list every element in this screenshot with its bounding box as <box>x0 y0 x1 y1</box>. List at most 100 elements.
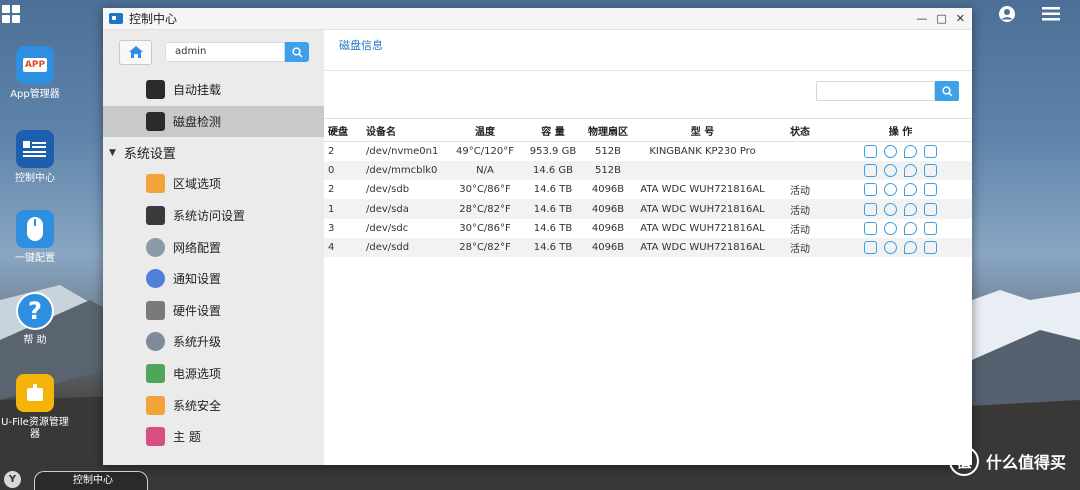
help-icon: ? <box>16 292 54 330</box>
cell-disk-no: 2 <box>328 184 335 196</box>
test-icon[interactable] <box>884 144 897 158</box>
table-row[interactable]: 1/dev/sda 28°C/82°F 14.6 TB 4096B ATA WDC WU… <box>324 199 972 219</box>
sidebar-item-label: 区域选项 <box>173 177 222 192</box>
table-search-button[interactable] <box>935 81 959 101</box>
col-header[interactable]: 设备名 <box>362 118 446 142</box>
cell-actions <box>829 219 972 238</box>
cell-status <box>771 142 829 161</box>
sidebar: admin 自动挂载 磁盘检测 ▼ 系统设置 区域选项 系统访问设置 网络配置 … <box>103 30 324 465</box>
menu-icon[interactable] <box>1042 5 1060 23</box>
report-icon[interactable] <box>924 202 937 216</box>
test-icon[interactable] <box>884 241 897 255</box>
sidebar-item-disk-check[interactable]: 磁盘检测 <box>103 105 324 138</box>
test-icon[interactable] <box>884 202 897 216</box>
info-icon[interactable] <box>864 163 877 177</box>
desktop-icon-quick-setup[interactable]: 一键配置 <box>0 210 70 265</box>
refresh-icon[interactable] <box>904 183 917 197</box>
refresh-icon[interactable] <box>904 163 917 177</box>
user-avatar-icon[interactable] <box>998 5 1016 23</box>
cell-sector: 4096B <box>591 184 625 196</box>
info-icon[interactable] <box>864 241 877 255</box>
refresh-icon[interactable] <box>904 144 917 158</box>
sidebar-item-security[interactable]: 系统安全 <box>103 389 324 421</box>
col-header[interactable]: 容 量 <box>524 118 582 142</box>
col-header[interactable]: 型 号 <box>634 118 771 142</box>
refresh-icon[interactable] <box>904 202 917 216</box>
info-icon[interactable] <box>864 202 877 216</box>
report-icon[interactable] <box>924 144 937 158</box>
cell-sector: 4096B <box>591 222 625 234</box>
app-launcher-icon[interactable] <box>2 5 20 23</box>
desktop-icon-label: 控制中心 <box>15 173 55 184</box>
disk-check-icon <box>146 111 165 131</box>
taskbar-item-control-center[interactable]: 控制中心 <box>34 471 148 490</box>
table-row[interactable]: 0/dev/mmcblk0 N/A 14.6 GB 512B <box>324 160 972 181</box>
cell-actions <box>829 180 972 199</box>
control-center-small-icon <box>109 13 123 24</box>
taskbar: Y 控制中心 <box>0 469 1080 490</box>
notification-icon <box>146 269 165 289</box>
col-header[interactable]: 硬盘 <box>324 118 362 142</box>
table-search-input[interactable] <box>816 81 935 101</box>
theme-icon <box>146 427 165 447</box>
refresh-icon[interactable] <box>904 241 917 255</box>
cell-actions <box>829 161 972 180</box>
desktop-icon-control-center[interactable]: 控制中心 <box>0 130 70 185</box>
col-header[interactable]: 温度 <box>446 118 524 142</box>
sidebar-item-power[interactable]: 电源选项 <box>103 358 324 390</box>
sidebar-item-upgrade[interactable]: 系统升级 <box>103 326 324 358</box>
test-icon[interactable] <box>884 163 897 177</box>
cell-status: 活动 <box>790 224 810 236</box>
window-title: 控制中心 <box>129 12 178 26</box>
system-logo-icon[interactable]: Y <box>4 471 21 488</box>
cell-disk-no: 0 <box>328 164 335 176</box>
table-row[interactable]: 3/dev/sdc 30°C/86°F 14.6 TB 4096B ATA WDC WU… <box>324 218 972 238</box>
sidebar-item-access[interactable]: 系统访问设置 <box>103 200 324 232</box>
report-icon[interactable] <box>924 163 937 177</box>
sidebar-item-auto-mount[interactable]: 自动挂载 <box>103 74 324 106</box>
sidebar-item-label: 系统升级 <box>173 335 222 350</box>
sidebar-item-hardware[interactable]: 硬件设置 <box>103 295 324 327</box>
window-titlebar[interactable]: 控制中心 — □ ✕ <box>103 8 972 30</box>
upgrade-icon <box>146 332 165 352</box>
cell-capacity: 14.6 GB <box>532 164 574 176</box>
cell-model: ATA WDC WUH721816AL <box>640 203 765 215</box>
sidebar-item-notification[interactable]: 通知设置 <box>103 263 324 295</box>
table-row[interactable]: 2/dev/sdb 30°C/86°F 14.6 TB 4096B ATA WDC WU… <box>324 180 972 200</box>
info-icon[interactable] <box>864 144 877 158</box>
test-icon[interactable] <box>884 183 897 197</box>
sidebar-item-network[interactable]: 网络配置 <box>103 231 324 263</box>
report-icon[interactable] <box>924 241 937 255</box>
refresh-icon[interactable] <box>904 221 917 235</box>
mouse-icon <box>16 210 54 248</box>
minimize-button[interactable]: — <box>916 12 927 25</box>
test-icon[interactable] <box>884 221 897 235</box>
desktop-icon-app-manager[interactable]: APP App管理器 <box>0 46 70 101</box>
sidebar-item-label: 网络配置 <box>173 240 222 255</box>
report-icon[interactable] <box>924 183 937 197</box>
info-icon[interactable] <box>864 183 877 197</box>
info-icon[interactable] <box>864 221 877 235</box>
cell-temperature: 28°C/82°F <box>459 242 511 254</box>
sidebar-search-input[interactable]: admin <box>165 42 285 62</box>
cell-device-name: /dev/nvme0n1 <box>366 145 439 157</box>
col-header[interactable]: 操 作 <box>829 118 972 142</box>
table-row[interactable]: 2/dev/nvme0n1 49°C/120°F 953.9 GB 512B KINGB… <box>324 141 972 161</box>
sidebar-group-system-settings[interactable]: ▼ 系统设置 <box>103 137 324 168</box>
sidebar-item-theme[interactable]: 主 题 <box>103 421 324 453</box>
close-button[interactable]: ✕ <box>956 12 965 25</box>
desktop-icon-ufile[interactable]: U-File资源管理器 <box>0 374 70 441</box>
cell-temperature: 49°C/120°F <box>456 145 514 157</box>
cell-disk-no: 1 <box>328 203 335 215</box>
table-row[interactable]: 4/dev/sdd 28°C/82°F 14.6 TB 4096B ATA WDC WU… <box>324 237 972 258</box>
maximize-button[interactable]: □ <box>936 12 946 25</box>
home-button[interactable] <box>119 39 152 65</box>
col-header[interactable]: 物理扇区 <box>582 118 634 142</box>
desktop-icon-help[interactable]: ? 帮 助 <box>0 292 70 347</box>
sidebar-item-region[interactable]: 区域选项 <box>103 168 324 200</box>
sidebar-search-button[interactable] <box>285 42 309 62</box>
cell-actions <box>829 142 972 161</box>
watermark-text: 什么值得买 <box>985 453 1066 472</box>
col-header[interactable]: 状态 <box>771 118 829 142</box>
report-icon[interactable] <box>924 221 937 235</box>
